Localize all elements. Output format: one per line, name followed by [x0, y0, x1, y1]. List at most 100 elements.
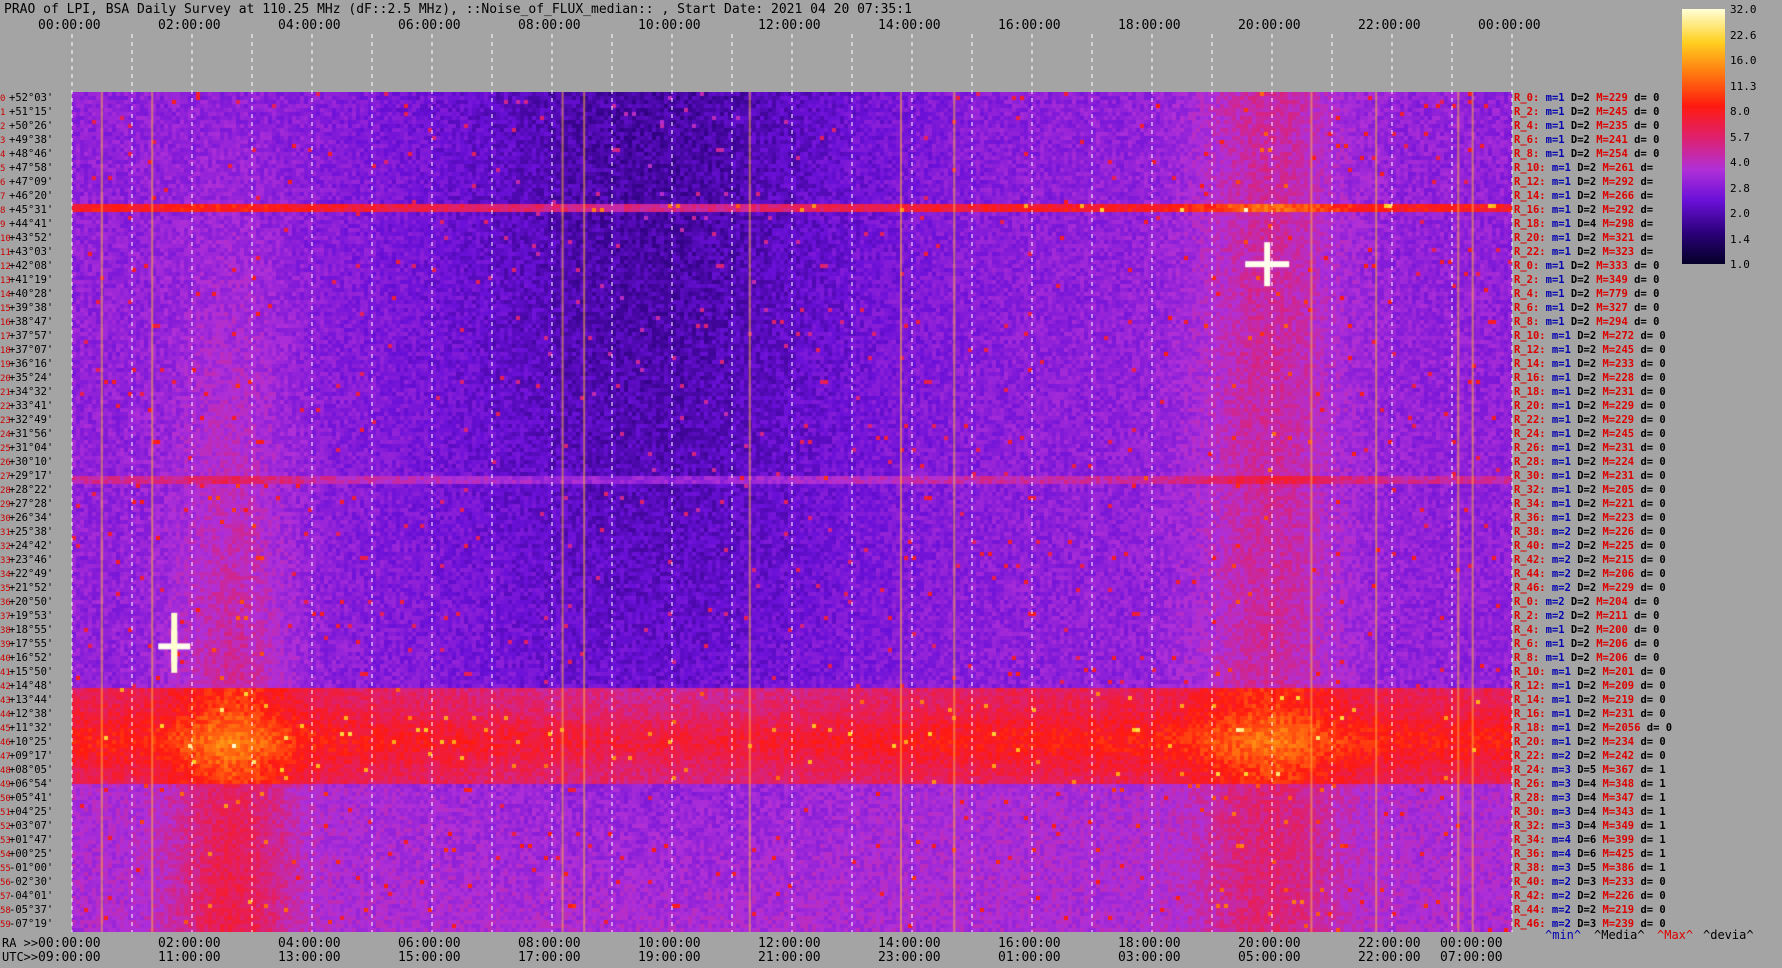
declination-value: +44°41': [9, 218, 54, 230]
row-index: 22: [0, 402, 11, 412]
declination-value: +35°24': [9, 372, 54, 384]
row-index: 36: [0, 598, 11, 608]
declination-value: +36°16': [9, 358, 54, 370]
stats-max: M=206: [1596, 568, 1635, 580]
declination-label: 36+20°50': [0, 596, 72, 609]
declination-value: +32°49': [9, 414, 54, 426]
stats-max: M=226: [1596, 890, 1635, 902]
stats-max: M=233: [1596, 876, 1635, 888]
stats-max: M=215: [1596, 554, 1635, 566]
stats-min: m=1: [1545, 470, 1571, 482]
stats-r: R_28:: [1514, 792, 1546, 804]
row-index: 29: [0, 500, 11, 510]
declination-value: +27°28': [9, 498, 54, 510]
stats-median: D=5: [1570, 764, 1597, 776]
stats-row: R_36: m=1 D=2 M=223 d= 0: [1514, 512, 1666, 524]
row-index: 53: [0, 836, 11, 846]
declination-label: 6 +47°09': [0, 176, 72, 189]
stats-min: m=1: [1539, 274, 1565, 286]
stats-max: M=292: [1596, 176, 1635, 188]
stats-median: D=2: [1564, 274, 1590, 286]
row-index: 3: [0, 136, 6, 146]
stats-dev: d= 0: [1627, 92, 1660, 104]
declination-value: +52°03': [9, 92, 54, 104]
declination-label: 32+24°42': [0, 540, 72, 553]
stats-min: m=3: [1545, 820, 1571, 832]
stats-max: M=266: [1596, 190, 1635, 202]
row-index: 42: [0, 682, 11, 692]
declination-value: +40°28': [9, 288, 54, 300]
declination-value: +38°47': [9, 316, 54, 328]
stats-r: R_38:: [1514, 526, 1546, 538]
stats-median: D=2: [1570, 358, 1597, 370]
declination-label: 35+21°52': [0, 582, 72, 595]
stats-r: R_6:: [1514, 638, 1540, 650]
stats-r: R_2:: [1514, 106, 1540, 118]
declination-value: +00°25': [9, 848, 54, 860]
stats-dev: d= 0: [1627, 638, 1660, 650]
declination-value: +31°56': [9, 428, 54, 440]
stats-min: m=1: [1545, 400, 1571, 412]
declination-value: +26°34': [9, 512, 54, 524]
stats-row: R_0: m=1 D=2 M=333 d= 0: [1514, 260, 1659, 272]
stats-row: R_46: m=2 D=2 M=229 d= 0: [1514, 582, 1666, 594]
ra-tick-label: 00:00:00: [1440, 936, 1503, 951]
stats-min: m=2: [1545, 582, 1571, 594]
stats-row: R_8: m=1 D=2 M=254 d= 0: [1514, 148, 1659, 160]
stats-max: M=231: [1596, 442, 1635, 454]
stats-max: M=231: [1596, 470, 1635, 482]
colorbar-label: 1.0: [1730, 258, 1750, 271]
stats-max: M=349: [1596, 820, 1635, 832]
stats-median: D=2: [1570, 554, 1597, 566]
declination-label: 22+33°41': [0, 400, 72, 413]
stats-dev: d= 0: [1627, 260, 1660, 272]
declination-label: 51+04°25': [0, 806, 72, 819]
stats-max: M=228: [1596, 372, 1635, 384]
stats-r: R_14:: [1514, 190, 1546, 202]
declination-value: +34°32': [9, 386, 54, 398]
stats-min: m=1: [1545, 666, 1571, 678]
stats-median: D=6: [1570, 834, 1597, 846]
stats-row: R_34: m=1 D=2 M=221 d= 0: [1514, 498, 1666, 510]
declination-value: +42°08': [9, 260, 54, 272]
stats-dev: d= 1: [1634, 862, 1666, 874]
stats-median: D=2: [1570, 246, 1597, 258]
stats-r: R_36:: [1514, 848, 1546, 860]
stats-row: R_18: m=1 D=2 M=231 d= 0: [1514, 386, 1666, 398]
stats-min: m=1: [1539, 148, 1565, 160]
stats-min: m=1: [1545, 372, 1571, 384]
stats-median: D=2: [1570, 386, 1597, 398]
row-index: 32: [0, 542, 11, 552]
stats-dev: d= 0: [1634, 400, 1666, 412]
stats-min: m=2: [1545, 526, 1571, 538]
stats-r: R_20:: [1514, 232, 1546, 244]
stats-r: R_8:: [1514, 652, 1540, 664]
stats-min: m=1: [1539, 624, 1565, 636]
stats-min: m=1: [1539, 288, 1565, 300]
stats-median: D=2: [1570, 484, 1597, 496]
stats-r: R_32:: [1514, 820, 1546, 832]
stats-r: R_12:: [1514, 176, 1546, 188]
colorbar-label: 22.6: [1730, 28, 1757, 42]
stats-min: m=2: [1545, 876, 1571, 888]
declination-label: 56-02°30': [0, 876, 72, 889]
row-index: 50: [0, 794, 11, 804]
declination-label: 43+13°44': [0, 694, 72, 707]
stats-row: R_2: m=1 D=2 M=245 d= 0: [1514, 106, 1659, 118]
stats-min: m=1: [1539, 260, 1565, 272]
stats-r: R_2:: [1514, 610, 1540, 622]
declination-label: 20+35°24': [0, 372, 72, 385]
declination-value: +12°38': [9, 708, 54, 720]
row-index: 28: [0, 486, 11, 496]
stats-dev: d= 0: [1634, 540, 1666, 552]
declination-label: 1 +51°15': [0, 106, 72, 119]
ra-tick-label: 12:00:00: [758, 936, 821, 951]
declination-label: 38+18°55': [0, 624, 72, 637]
row-index: 48: [0, 766, 11, 776]
stats-r: R_4:: [1514, 120, 1540, 132]
stats-r: R_42:: [1514, 890, 1546, 902]
stats-max: M=224: [1596, 456, 1635, 468]
stats-dev: d= 0: [1627, 596, 1660, 608]
stats-median: D=2: [1570, 736, 1597, 748]
utc-tick-label: 15:00:00: [398, 950, 461, 965]
